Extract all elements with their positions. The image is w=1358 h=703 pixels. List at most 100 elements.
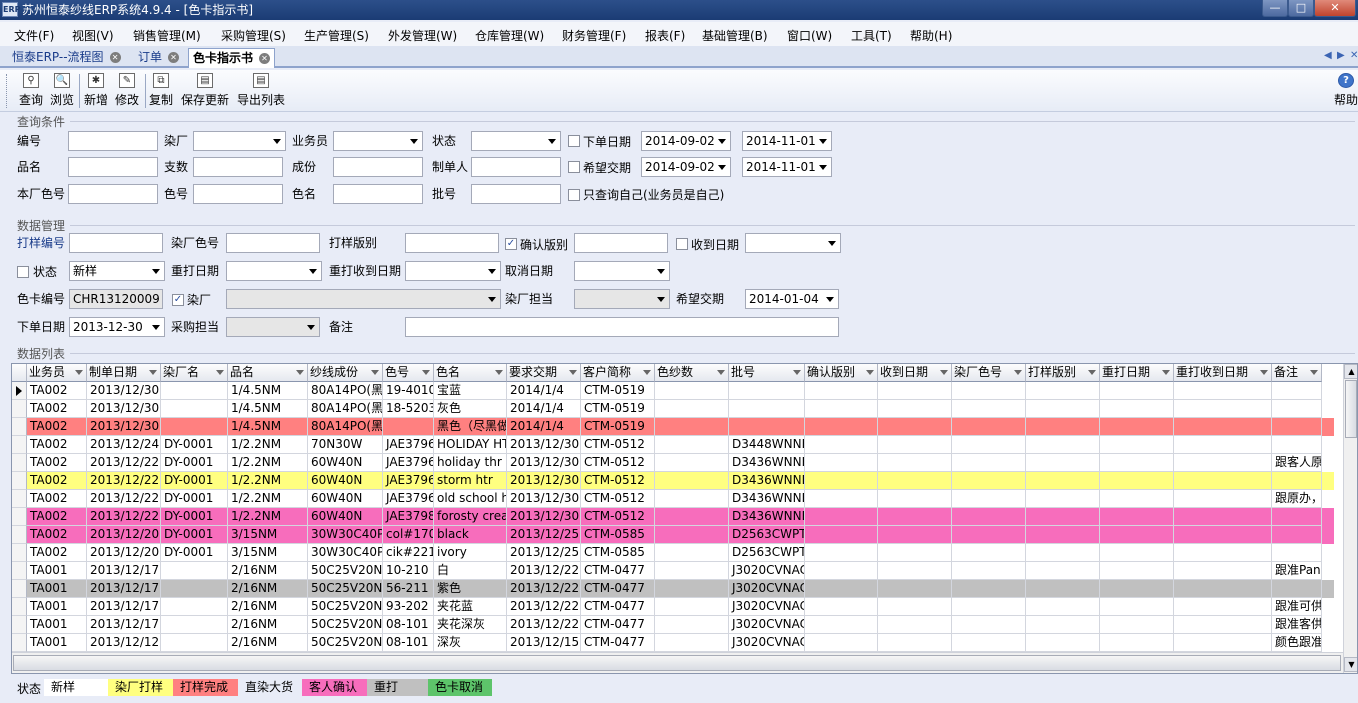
table-cell[interactable] xyxy=(1026,508,1100,526)
tab-flowchart[interactable]: 恒泰ERP--流程图 ✕ xyxy=(8,48,121,68)
table-cell[interactable] xyxy=(878,526,952,544)
table-row[interactable]: TA002 2013/12/24 DY-0001 1/2.2NM 70N30W JAE37… xyxy=(12,436,1334,454)
filter-arrow-icon[interactable] xyxy=(422,370,430,375)
table-cell[interactable] xyxy=(161,580,228,598)
table-cell[interactable]: old school ht xyxy=(434,490,507,508)
filter-arrow-icon[interactable] xyxy=(495,370,503,375)
row-selector[interactable] xyxy=(12,544,27,562)
table-cell[interactable]: DY-0001 xyxy=(161,526,228,544)
row-selector[interactable] xyxy=(12,580,27,598)
row-selector[interactable] xyxy=(12,616,27,634)
table-cell[interactable]: CTM-0519 xyxy=(581,418,655,436)
filter-arrow-icon[interactable] xyxy=(216,370,224,375)
table-cell[interactable] xyxy=(655,634,729,652)
table-cell[interactable]: 2/16NM xyxy=(228,616,308,634)
table-cell[interactable] xyxy=(878,382,952,400)
table-cell[interactable] xyxy=(1272,580,1322,598)
table-cell[interactable] xyxy=(805,472,878,490)
save-update-button[interactable]: ▤ 保存更新 xyxy=(180,73,230,108)
table-cell[interactable] xyxy=(1100,418,1174,436)
row-selector[interactable] xyxy=(12,418,27,436)
table-cell[interactable] xyxy=(655,526,729,544)
table-cell[interactable] xyxy=(1174,598,1272,616)
filter-arrow-icon[interactable] xyxy=(296,370,304,375)
table-row[interactable]: TA001 2013/12/12 2/16NM 50C25V20NS 08-101 深灰 2… xyxy=(12,634,1334,652)
table-cell[interactable]: TA002 xyxy=(27,436,87,454)
table-cell[interactable]: 2013/12/22 xyxy=(507,562,581,580)
table-cell[interactable]: CTM-0512 xyxy=(581,508,655,526)
table-cell[interactable] xyxy=(1026,616,1100,634)
scroll-thumb[interactable] xyxy=(13,655,1341,671)
table-cell[interactable]: J3020CVNAC xyxy=(729,580,805,598)
table-cell[interactable] xyxy=(1026,436,1100,454)
table-cell[interactable] xyxy=(952,616,1026,634)
table-cell[interactable] xyxy=(1100,400,1174,418)
table-cell[interactable]: 2013/12/30 xyxy=(507,508,581,526)
filter-arrow-icon[interactable] xyxy=(149,370,157,375)
vertical-scrollbar[interactable]: ▲ ▼ xyxy=(1343,364,1357,673)
table-row[interactable]: TA001 2013/12/17 2/16NM 50C25V20NS 93-202 夹花蓝… xyxy=(12,598,1334,616)
table-cell[interactable] xyxy=(655,616,729,634)
table-cell[interactable]: 80A14PO(黑 xyxy=(308,382,383,400)
table-cell[interactable] xyxy=(952,598,1026,616)
table-cell[interactable] xyxy=(1174,508,1272,526)
table-cell[interactable]: 50C25V20NS xyxy=(308,580,383,598)
column-header[interactable]: 品名 xyxy=(228,364,308,382)
export-list-button[interactable]: ▤ 导出列表 xyxy=(236,73,286,108)
filter-arrow-icon[interactable] xyxy=(1014,370,1022,375)
table-cell[interactable]: holiday thr b xyxy=(434,454,507,472)
table-cell[interactable] xyxy=(805,490,878,508)
composition-input[interactable] xyxy=(333,157,423,177)
table-cell[interactable]: CTM-0477 xyxy=(581,580,655,598)
table-cell[interactable]: 3/15NM xyxy=(228,544,308,562)
table-cell[interactable]: DY-0001 xyxy=(161,508,228,526)
table-cell[interactable] xyxy=(1272,400,1322,418)
table-row[interactable]: TA002 2013/12/30 1/4.5NM 80A14PO(黑 19-4010 宝蓝… xyxy=(12,382,1334,400)
table-cell[interactable] xyxy=(1272,508,1322,526)
table-cell[interactable]: 70N30W xyxy=(308,436,383,454)
table-cell[interactable]: TA002 xyxy=(27,472,87,490)
table-cell[interactable]: 50C25V20NS xyxy=(308,634,383,652)
table-cell[interactable] xyxy=(383,418,434,436)
table-cell[interactable] xyxy=(729,418,805,436)
table-cell[interactable] xyxy=(952,400,1026,418)
table-cell[interactable]: CTM-0512 xyxy=(581,490,655,508)
table-cell[interactable]: TA001 xyxy=(27,598,87,616)
table-cell[interactable]: 30W30C40P xyxy=(308,526,383,544)
table-cell[interactable]: 跟准可供 xyxy=(1272,598,1322,616)
table-cell[interactable]: TA001 xyxy=(27,616,87,634)
table-cell[interactable]: D3436WNNE xyxy=(729,490,805,508)
column-header[interactable]: 客户简称 xyxy=(581,364,655,382)
table-cell[interactable]: 2013/12/30 xyxy=(87,400,161,418)
table-cell[interactable]: 2013/12/30 xyxy=(507,472,581,490)
table-cell[interactable] xyxy=(1272,472,1322,490)
table-cell[interactable]: 深灰 xyxy=(434,634,507,652)
table-cell[interactable] xyxy=(952,472,1026,490)
table-cell[interactable]: 颜色跟准 xyxy=(1272,634,1322,652)
table-cell[interactable] xyxy=(952,454,1026,472)
table-cell[interactable]: 2013/12/17 xyxy=(87,616,161,634)
table-cell[interactable] xyxy=(1174,580,1272,598)
table-cell[interactable]: 紫色 xyxy=(434,580,507,598)
table-cell[interactable] xyxy=(952,418,1026,436)
menu-production[interactable]: 生产管理(S) xyxy=(304,27,369,44)
table-cell[interactable]: 93-202 xyxy=(383,598,434,616)
edit-button[interactable]: ✎ 修改 xyxy=(114,73,140,108)
row-selector[interactable] xyxy=(12,490,27,508)
table-cell[interactable]: CTM-0477 xyxy=(581,616,655,634)
table-cell[interactable]: 2013/12/22 xyxy=(507,616,581,634)
table-cell[interactable] xyxy=(1174,472,1272,490)
table-cell[interactable]: 2013/12/22 xyxy=(87,508,161,526)
menu-tools[interactable]: 工具(T) xyxy=(851,27,892,44)
table-cell[interactable]: 60W40N xyxy=(308,454,383,472)
menu-outsourcing[interactable]: 外发管理(W) xyxy=(388,27,457,44)
menu-reports[interactable]: 报表(F) xyxy=(645,27,685,44)
table-cell[interactable] xyxy=(1100,382,1174,400)
table-cell[interactable]: 80A14PO(黑 xyxy=(308,400,383,418)
table-cell[interactable] xyxy=(952,526,1026,544)
column-header[interactable]: 备注 xyxy=(1272,364,1322,382)
reprint-receive-date-select[interactable] xyxy=(405,261,501,281)
close-button[interactable]: ✕ xyxy=(1314,0,1356,17)
table-cell[interactable] xyxy=(952,382,1026,400)
table-cell[interactable]: 跟准Pan xyxy=(1272,562,1322,580)
